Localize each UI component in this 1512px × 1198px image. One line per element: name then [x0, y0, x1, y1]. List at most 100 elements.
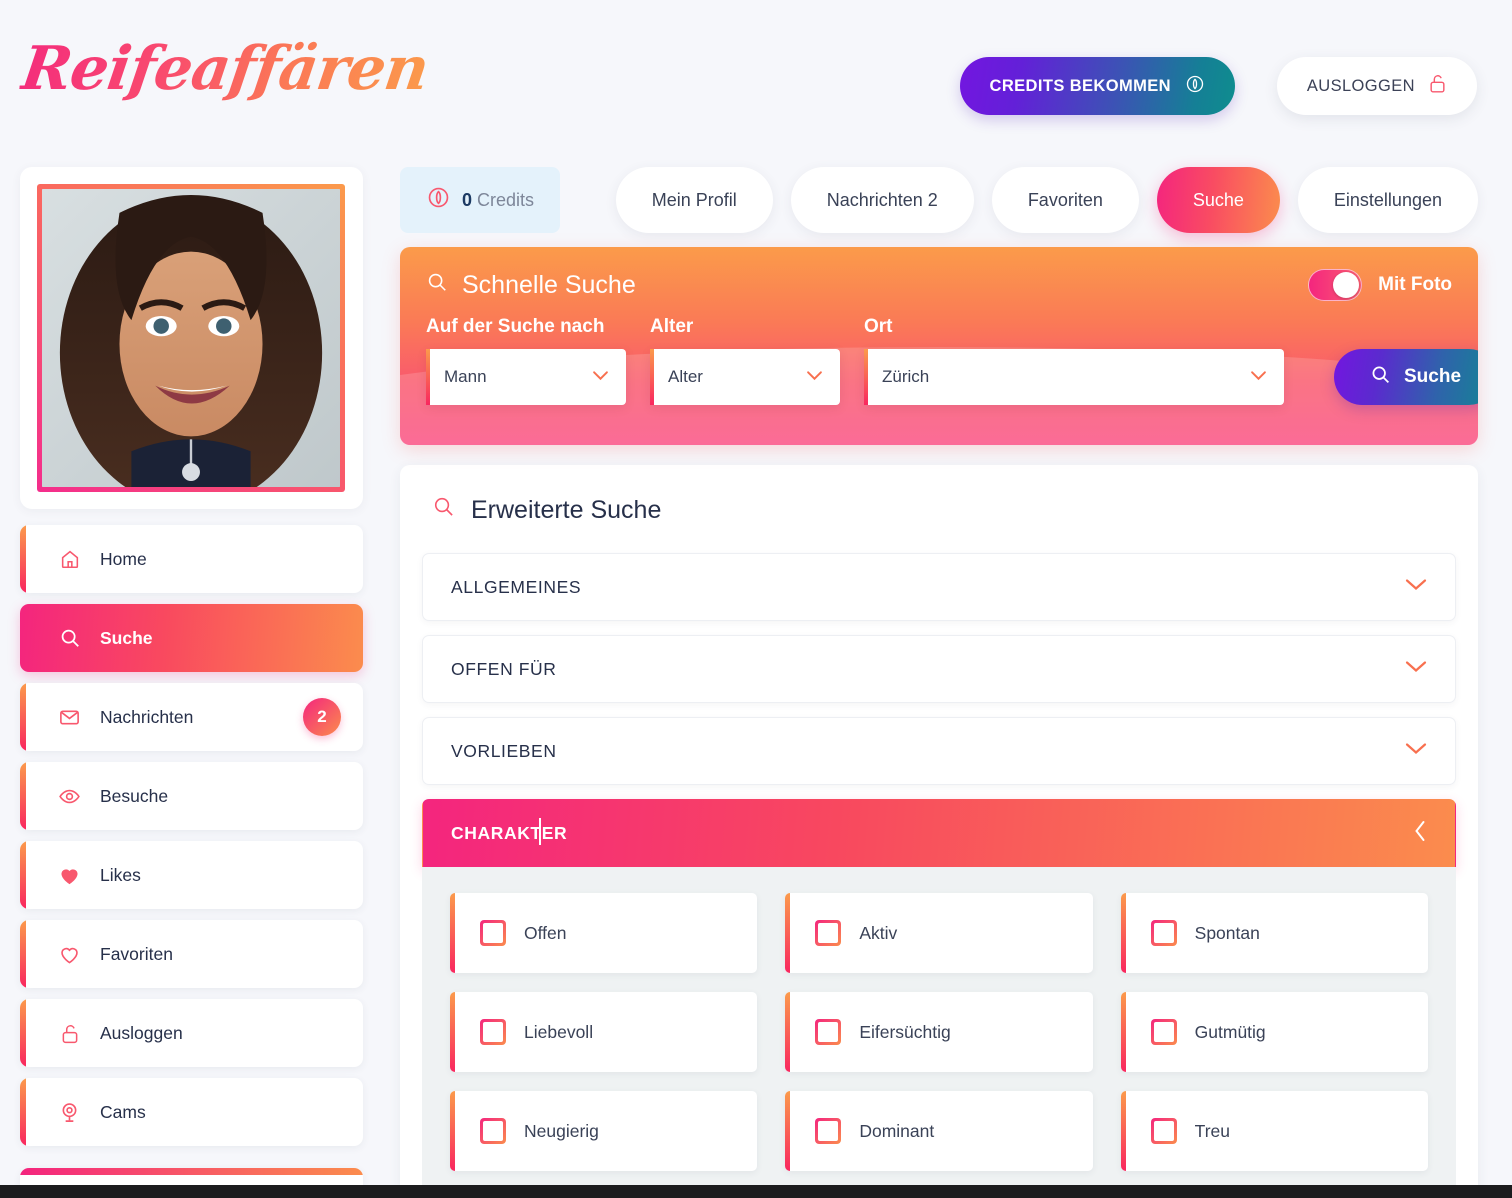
- age-select[interactable]: Alter: [650, 349, 840, 405]
- charakter-option-aktiv[interactable]: Aktiv: [785, 893, 1093, 973]
- sidebar-item-label: Likes: [100, 864, 141, 885]
- search-icon: [432, 495, 455, 525]
- ausloggen-button[interactable]: AUSLOGGEN: [1276, 57, 1477, 115]
- sidebar-item-favoriten[interactable]: Favoriten: [20, 920, 363, 988]
- credit-coin-icon: [1185, 74, 1205, 99]
- sidebar-item-label: Suche: [100, 627, 153, 648]
- field-label: Auf der Suche nach: [426, 316, 605, 337]
- unlock-icon: [1428, 73, 1447, 99]
- checkbox-icon[interactable]: [815, 1118, 842, 1144]
- charakter-options-grid: Offen Aktiv Spontan Liebevoll Eifersücht…: [422, 867, 1456, 1198]
- credits-button-label: CREDITS BEKOMMEN: [989, 76, 1171, 95]
- field-alter: Alter Alter: [650, 316, 840, 405]
- app-root: Reifeaffären CREDITS BEKOMMEN AUSLOGGEN: [0, 0, 1512, 1198]
- avatar[interactable]: [42, 189, 340, 487]
- charakter-option-offen[interactable]: Offen: [450, 893, 758, 973]
- logout-button-label: AUSLOGGEN: [1306, 76, 1415, 95]
- option-label: Dominant: [859, 1120, 935, 1141]
- sidebar-item-likes[interactable]: Likes: [20, 841, 363, 909]
- option-label: Liebevoll: [524, 1021, 594, 1042]
- charakter-option-treu[interactable]: Treu: [1120, 1091, 1428, 1171]
- accordion-title: VORLIEBEN: [451, 740, 557, 761]
- checkbox-icon[interactable]: [815, 920, 842, 946]
- charakter-option-spontan[interactable]: Spontan: [1120, 893, 1428, 973]
- sidebar-item-suche[interactable]: Suche: [20, 604, 363, 672]
- charakter-option-gutmuetig[interactable]: Gutmütig: [1120, 992, 1428, 1072]
- toggle-knob: [1333, 272, 1360, 298]
- field-label: Alter: [650, 316, 694, 337]
- checkbox-icon[interactable]: [815, 1019, 842, 1045]
- quick-search-submit-button[interactable]: Suche: [1334, 349, 1478, 405]
- checkbox-icon[interactable]: [1150, 1118, 1177, 1144]
- credits-word: Credits: [477, 189, 535, 210]
- mit-foto-label: Mit Foto: [1378, 274, 1452, 295]
- option-label: Neugierig: [524, 1120, 599, 1141]
- search-icon: [58, 627, 81, 650]
- sidebar-item-cams[interactable]: Cams: [20, 1078, 363, 1146]
- accordion-vorlieben[interactable]: VORLIEBEN: [422, 717, 1456, 785]
- checkbox-icon[interactable]: [1150, 920, 1177, 946]
- checkbox-icon[interactable]: [480, 1019, 506, 1045]
- os-taskbar: [0, 1185, 1512, 1198]
- tab-suche[interactable]: Suche: [1156, 167, 1280, 233]
- advanced-search-title-row: Erweiterte Suche: [432, 495, 1456, 525]
- sidebar-item-nachrichten[interactable]: Nachrichten 2: [20, 683, 363, 751]
- main-content: 0 Credits Mein Profil Nachrichten 2 Favo…: [400, 167, 1478, 1198]
- option-label: Treu: [1194, 1120, 1230, 1141]
- gender-select[interactable]: Mann: [426, 349, 626, 405]
- sidebar-item-label: Nachrichten: [100, 706, 194, 727]
- tab-einstellungen[interactable]: Einstellungen: [1297, 167, 1478, 233]
- webcam-icon: [58, 1101, 81, 1124]
- sidebar-item-label: Home: [100, 548, 147, 569]
- mit-foto-toggle-group[interactable]: Mit Foto: [1308, 269, 1452, 301]
- charakter-option-neugierig[interactable]: Neugierig: [450, 1091, 758, 1171]
- accordion-title: CHARAKTER: [451, 817, 568, 845]
- chevron-down-icon: [1405, 660, 1427, 678]
- accordion-allgemeines[interactable]: ALLGEMEINES: [422, 553, 1456, 621]
- sidebar-item-ausloggen[interactable]: Ausloggen: [20, 999, 363, 1067]
- tab-mein-profil[interactable]: Mein Profil: [615, 167, 773, 233]
- credit-coin-icon: [426, 185, 451, 215]
- quick-search-title: Schnelle Suche: [462, 271, 636, 299]
- charakter-option-eifersuechtig[interactable]: Eifersüchtig: [785, 992, 1093, 1072]
- site-logo[interactable]: Reifeaffären: [17, 34, 432, 104]
- option-label: Spontan: [1194, 922, 1260, 943]
- heart-filled-icon: [58, 864, 81, 887]
- search-icon: [1370, 364, 1391, 391]
- sidebar: Home Suche Nachrichten 2 Besuche Likes F…: [20, 167, 363, 1198]
- accordion-offen-fuer[interactable]: OFFEN FÜR: [422, 635, 1456, 703]
- sidebar-item-besuche[interactable]: Besuche: [20, 762, 363, 830]
- checkbox-icon[interactable]: [1150, 1019, 1177, 1045]
- mit-foto-toggle[interactable]: [1308, 269, 1363, 301]
- credits-indicator[interactable]: 0 Credits: [400, 167, 560, 233]
- checkbox-icon[interactable]: [480, 1118, 506, 1144]
- home-icon: [58, 548, 81, 571]
- main-tabs: Mein Profil Nachrichten 2 Favoriten Such…: [615, 167, 1478, 233]
- option-label: Eifersüchtig: [859, 1021, 951, 1042]
- quick-search-panel: Schnelle Suche Mit Foto Auf der Suche na…: [400, 247, 1478, 445]
- envelope-icon: [58, 706, 81, 729]
- checkbox-icon[interactable]: [480, 920, 506, 946]
- sidebar-item-label: Cams: [100, 1101, 146, 1122]
- location-select-value: Zürich: [882, 367, 930, 386]
- charakter-option-liebevoll[interactable]: Liebevoll: [450, 992, 758, 1072]
- age-select-value: Alter: [668, 367, 703, 386]
- search-icon: [426, 271, 448, 300]
- charakter-option-dominant[interactable]: Dominant: [785, 1091, 1093, 1171]
- accordion-charakter[interactable]: CHARAKTER: [422, 799, 1456, 867]
- tab-favoriten[interactable]: Favoriten: [991, 167, 1139, 233]
- avatar-gradient-frame: [37, 184, 345, 492]
- chevron-down-icon: [1405, 742, 1427, 760]
- chevron-down-icon: [592, 368, 609, 386]
- vip-accent-bar: [20, 1168, 363, 1175]
- tab-nachrichten[interactable]: Nachrichten 2: [790, 167, 974, 233]
- sidebar-item-home[interactable]: Home: [20, 525, 363, 593]
- field-ort: Ort Zürich: [864, 316, 1284, 405]
- credits-bekommen-button[interactable]: CREDITS BEKOMMEN: [959, 57, 1235, 115]
- location-select[interactable]: Zürich: [864, 349, 1284, 405]
- quick-search-fields: Auf der Suche nach Mann Alter Alter Ort …: [426, 316, 1478, 405]
- unread-badge: 2: [303, 698, 341, 736]
- unlock-icon: [58, 1022, 81, 1045]
- option-label: Offen: [524, 922, 567, 943]
- sidebar-nav: Home Suche Nachrichten 2 Besuche Likes F…: [20, 525, 363, 1146]
